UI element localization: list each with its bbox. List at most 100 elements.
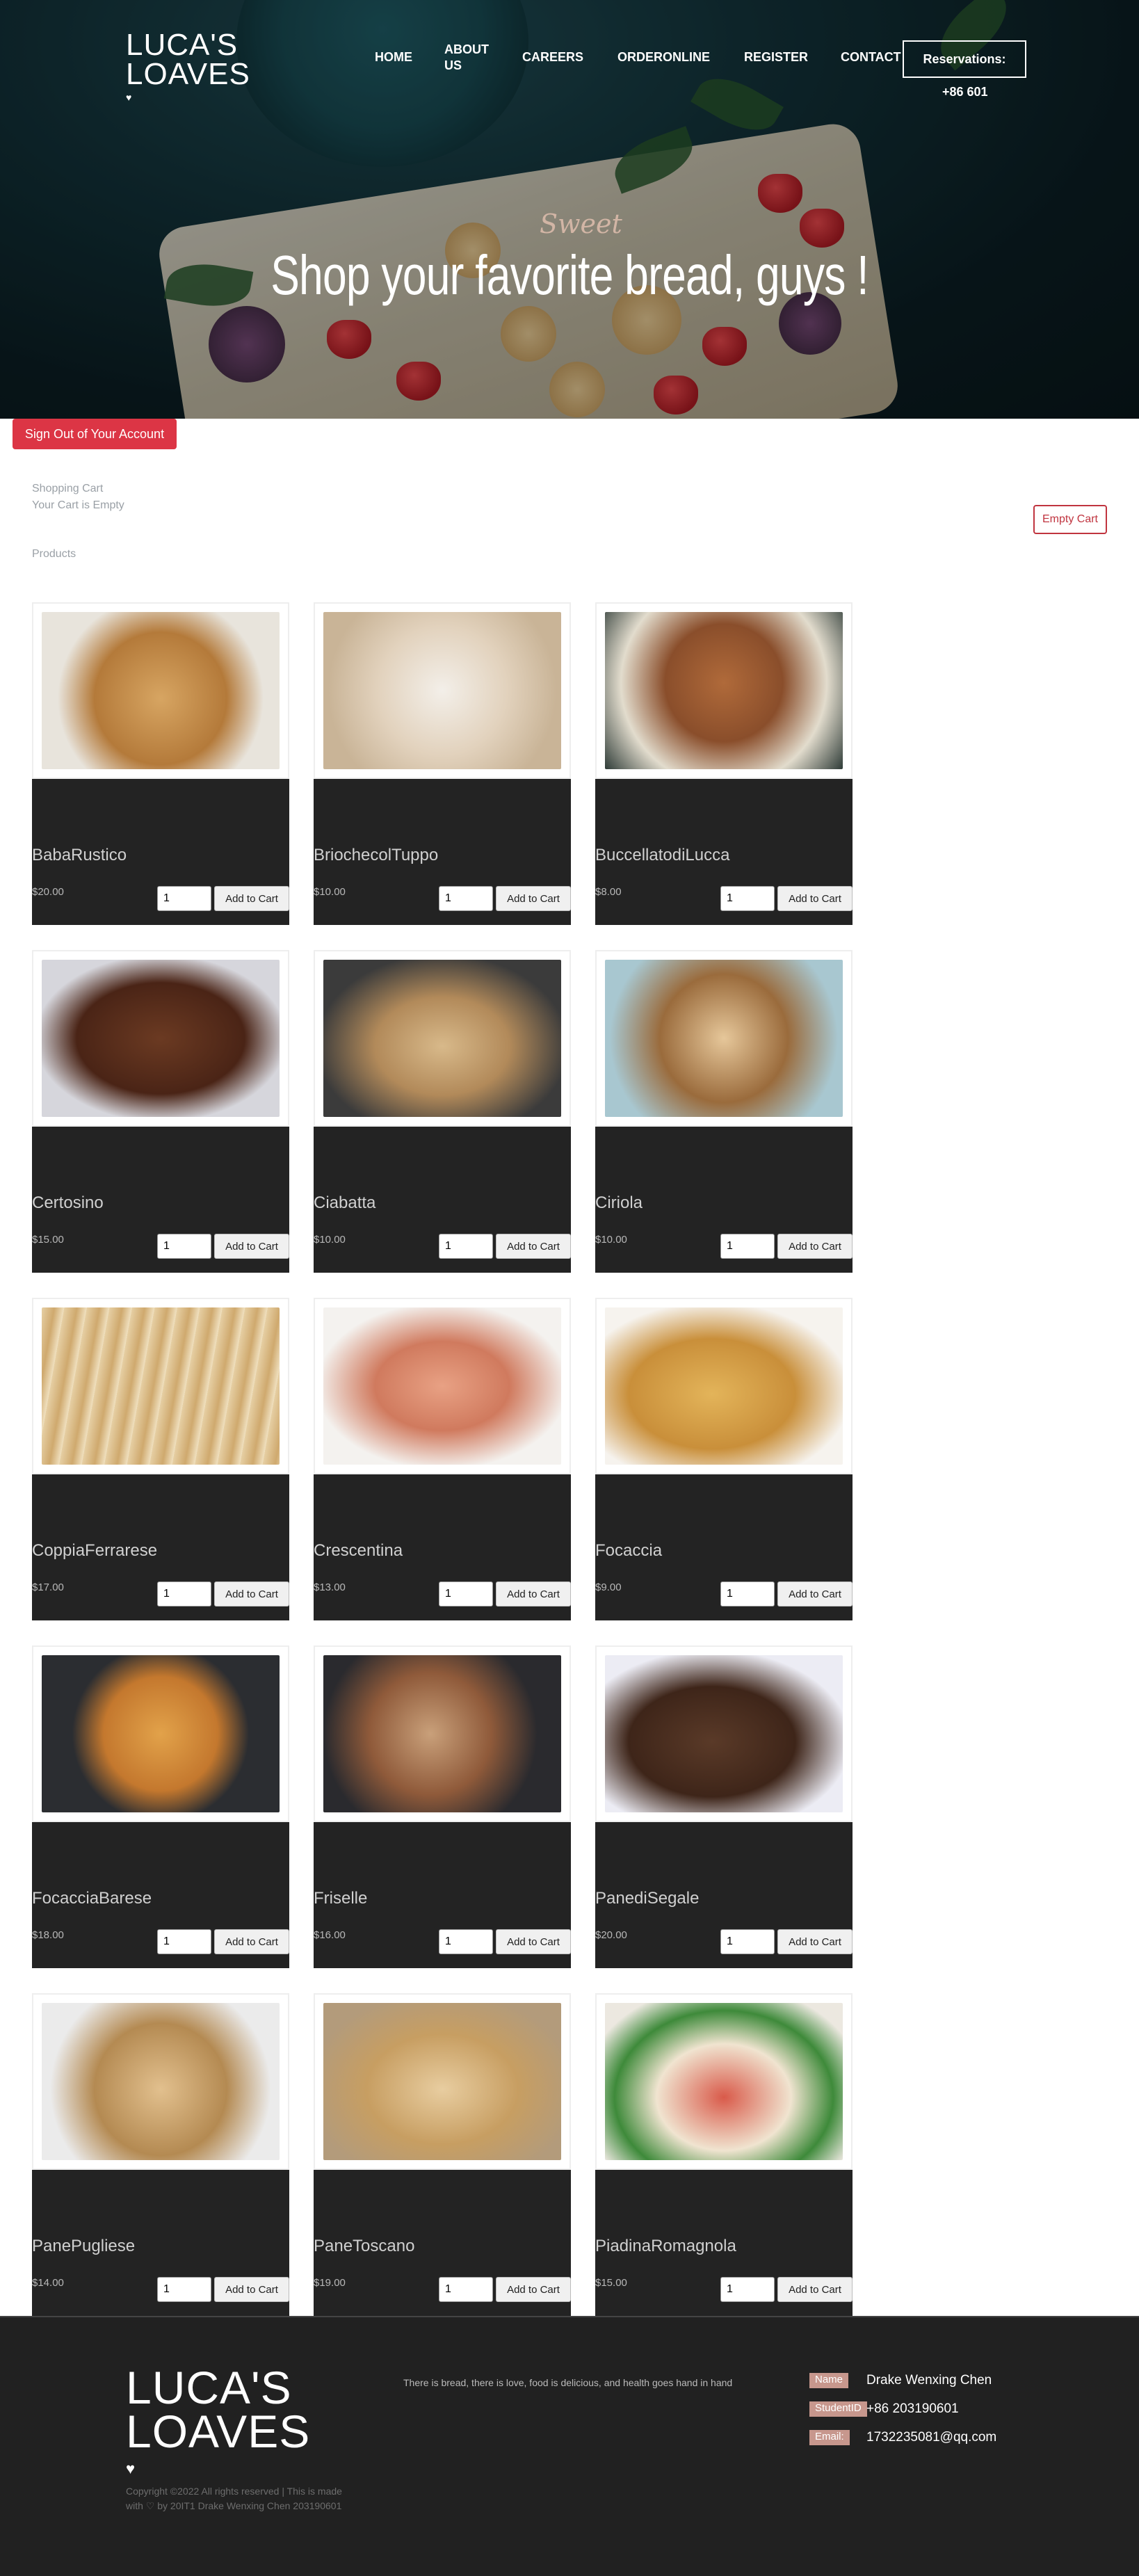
product-name: BriochecolTuppo (314, 846, 439, 864)
product-name: Focaccia (595, 1541, 663, 1560)
add-to-cart-button[interactable]: Add to Cart (777, 1581, 853, 1607)
nav-contact[interactable]: CONTACT (841, 50, 901, 65)
shopping-cart-title: Shopping Cart (32, 483, 104, 494)
quantity-input[interactable] (720, 1234, 775, 1259)
product-card: Ciriola $10.00 Add to Cart (595, 950, 853, 1273)
product-card: Friselle $16.00 Add to Cart (314, 1645, 571, 1968)
quantity-input[interactable] (720, 1581, 775, 1607)
add-to-cart-button[interactable]: Add to Cart (496, 2277, 571, 2302)
product-card: PanePugliese $14.00 Add to Cart (32, 1993, 289, 2316)
add-to-cart-button[interactable]: Add to Cart (214, 1234, 289, 1259)
add-to-cart-button[interactable]: Add to Cart (496, 1581, 571, 1607)
product-card: PaneToscano $19.00 Add to Cart (314, 1993, 571, 2316)
product-image-frame (595, 602, 853, 779)
add-to-cart-button[interactable]: Add to Cart (496, 886, 571, 911)
product-image-frame (32, 1645, 289, 1822)
reservations-phone: +86 601 (942, 85, 988, 99)
sign-out-button[interactable]: Sign Out of Your Account (13, 419, 177, 449)
product-name: Ciabatta (314, 1193, 376, 1212)
product-image[interactable] (42, 612, 280, 769)
product-image[interactable] (605, 1655, 843, 1812)
quantity-input[interactable] (439, 886, 493, 911)
product-image-frame (595, 1298, 853, 1474)
product-image[interactable] (605, 960, 843, 1117)
info-value: +86 203190601 (866, 2401, 959, 2416)
footer-logo-line1: LUCA'S (126, 2362, 292, 2413)
product-image[interactable] (323, 612, 561, 769)
add-to-cart-button[interactable]: Add to Cart (777, 2277, 853, 2302)
brand-logo-line2: LOAVES (126, 56, 250, 91)
product-image[interactable] (42, 960, 280, 1117)
hero-title: Shop your favorite bread, guys ! (270, 244, 869, 306)
empty-cart-button[interactable]: Empty Cart (1033, 505, 1107, 534)
add-to-cart-button[interactable]: Add to Cart (214, 2277, 289, 2302)
product-price: $15.00 (32, 1234, 64, 1246)
heart-icon: ♥ (126, 91, 133, 103)
product-price: $16.00 (314, 1929, 346, 1941)
product-card: BabaRustico $20.00 Add to Cart (32, 602, 289, 925)
brand-logo[interactable]: LUCA'S LOAVES ♥ (126, 28, 250, 103)
footer-logo[interactable]: LUCA'S LOAVES ♥ (126, 2362, 311, 2478)
quantity-input[interactable] (720, 886, 775, 911)
quantity-input[interactable] (439, 1929, 493, 1954)
info-label: Email: (809, 2430, 850, 2445)
quantity-input[interactable] (439, 1234, 493, 1259)
quantity-input[interactable] (720, 1929, 775, 1954)
add-to-cart-button[interactable]: Add to Cart (777, 886, 853, 911)
product-image-frame (595, 950, 853, 1127)
nav-careers[interactable]: CAREERS (522, 50, 583, 65)
product-image-frame (314, 1298, 571, 1474)
quantity-input[interactable] (157, 1234, 211, 1259)
quantity-input[interactable] (157, 1929, 211, 1954)
footer-logo-line2: LOAVES (126, 2405, 311, 2457)
quantity-input[interactable] (439, 2277, 493, 2302)
add-to-cart-button[interactable]: Add to Cart (496, 1234, 571, 1259)
add-to-cart-button[interactable]: Add to Cart (214, 1581, 289, 1607)
nav-home[interactable]: HOME (375, 50, 412, 65)
product-card: PanediSegale $20.00 Add to Cart (595, 1645, 853, 1968)
add-to-cart-button[interactable]: Add to Cart (777, 1234, 853, 1259)
add-to-cart-button[interactable]: Add to Cart (214, 1929, 289, 1954)
cart-status-text: Your Cart is Empty (32, 499, 124, 511)
product-image[interactable] (323, 2003, 561, 2160)
quantity-input[interactable] (720, 2277, 775, 2302)
product-image[interactable] (605, 2003, 843, 2160)
product-image-frame (595, 1993, 853, 2170)
add-to-cart-button[interactable]: Add to Cart (496, 1929, 571, 1954)
product-image-frame (32, 1298, 289, 1474)
product-name: CoppiaFerrarese (32, 1541, 158, 1560)
product-image[interactable] (323, 1307, 561, 1465)
product-image[interactable] (42, 1307, 280, 1465)
products-title: Products (32, 548, 76, 560)
product-card: BriochecolTuppo $10.00 Add to Cart (314, 602, 571, 925)
quantity-input[interactable] (157, 886, 211, 911)
product-card: Crescentina $13.00 Add to Cart (314, 1298, 571, 1620)
product-image[interactable] (605, 612, 843, 769)
footer: LUCA'S LOAVES ♥ Copyright ©2022 All righ… (0, 2316, 1139, 2576)
product-name: PiadinaRomagnola (595, 2237, 736, 2255)
quantity-input[interactable] (157, 1581, 211, 1607)
brand-logo-line1: LUCA'S (126, 28, 239, 62)
nav-register[interactable]: REGISTER (744, 50, 808, 65)
quantity-input[interactable] (157, 2277, 211, 2302)
product-price: $17.00 (32, 1581, 64, 1593)
product-image[interactable] (42, 2003, 280, 2160)
product-image[interactable] (42, 1655, 280, 1812)
add-to-cart-button[interactable]: Add to Cart (214, 886, 289, 911)
product-image[interactable] (605, 1307, 843, 1465)
product-card: Focaccia $9.00 Add to Cart (595, 1298, 853, 1620)
nav-about-us[interactable]: ABOUT US (444, 42, 500, 74)
product-name: PaneToscano (314, 2237, 415, 2255)
product-name: Crescentina (314, 1541, 403, 1560)
add-to-cart-button[interactable]: Add to Cart (777, 1929, 853, 1954)
product-name: BuccellatodiLucca (595, 846, 730, 864)
reservations-button[interactable]: Reservations: (903, 40, 1026, 78)
product-image[interactable] (323, 960, 561, 1117)
footer-tagline: There is bread, there is love, food is d… (403, 2377, 733, 2388)
nav-order-online[interactable]: ORDERONLINE (617, 50, 710, 65)
product-name: Ciriola (595, 1193, 643, 1212)
product-name: Friselle (314, 1889, 368, 1908)
product-image[interactable] (323, 1655, 561, 1812)
product-image-frame (314, 1645, 571, 1822)
quantity-input[interactable] (439, 1581, 493, 1607)
